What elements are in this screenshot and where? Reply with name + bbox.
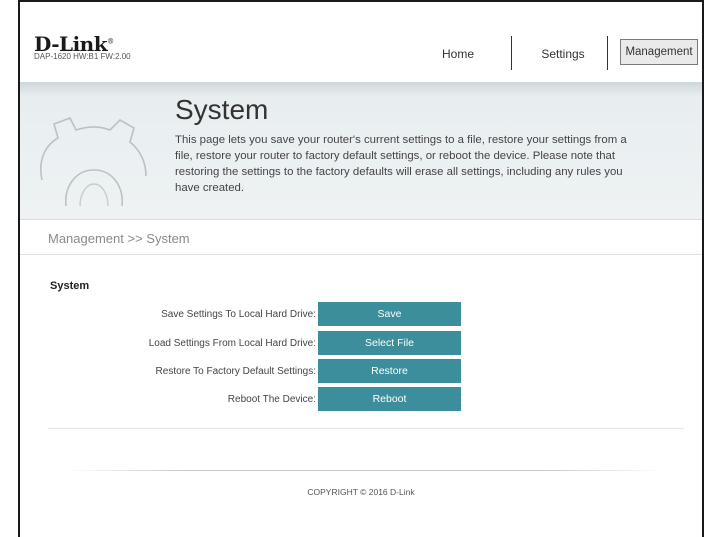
- nav-divider: [607, 36, 608, 70]
- page-description: This page lets you save your router's cu…: [175, 134, 627, 194]
- load-settings-label: Load Settings From Local Hard Drive:: [148, 338, 316, 349]
- reboot-label: Reboot The Device:: [227, 394, 316, 405]
- restore-button[interactable]: Restore: [318, 359, 461, 383]
- breadcrumb: Management >> System: [48, 231, 190, 246]
- restore-defaults-label: Restore To Factory Default Settings:: [155, 366, 316, 377]
- section-title: System: [50, 280, 90, 292]
- model-info: DAP-1620 HW:B1 FW:2.00: [34, 52, 131, 61]
- gear-icon: [40, 116, 147, 207]
- copyright-text: COPYRIGHT © 2016 D-Link: [307, 487, 415, 497]
- nav-divider: [511, 36, 512, 70]
- top-bar: D-Link® DAP-1620 HW:B1 FW:2.00 Home Sett…: [20, 2, 702, 82]
- nav-home[interactable]: Home: [434, 40, 482, 68]
- divider: [48, 428, 684, 429]
- footer-divider: [66, 470, 664, 471]
- save-button[interactable]: Save: [318, 302, 461, 326]
- nav-settings[interactable]: Settings: [530, 40, 596, 68]
- select-file-button[interactable]: Select File: [318, 331, 461, 355]
- nav-management[interactable]: Management: [620, 39, 698, 65]
- page-title: System: [175, 94, 269, 125]
- reboot-button[interactable]: Reboot: [318, 387, 461, 411]
- save-settings-label: Save Settings To Local Hard Drive:: [161, 309, 316, 320]
- page-banner: System This page lets you save your rout…: [20, 82, 702, 220]
- app-window: D-Link® DAP-1620 HW:B1 FW:2.00 Home Sett…: [18, 0, 704, 537]
- divider: [20, 254, 702, 255]
